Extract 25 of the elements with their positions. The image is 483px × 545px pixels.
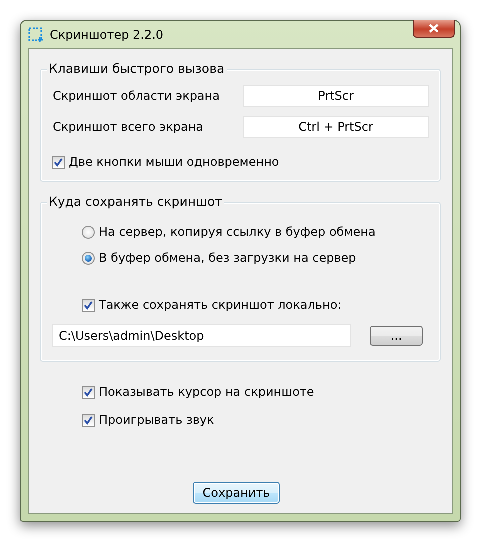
radio-label: В буфер обмена, без загрузки на сервер (99, 251, 356, 265)
browse-button[interactable]: ... (370, 326, 423, 346)
checkbox[interactable] (82, 298, 95, 312)
radio-label: На сервер, копируя ссылку в буфер обмена (99, 225, 376, 239)
group-title: Клавиши быстрого вызова (47, 61, 227, 76)
radio-button[interactable] (82, 252, 95, 264)
group-title: Куда сохранять скриншот (47, 194, 224, 209)
checkbox[interactable] (82, 386, 95, 398)
hotkey-field[interactable]: Ctrl + PrtScr (243, 116, 429, 138)
window-title: Скриншотер 2.2.0 (50, 28, 164, 42)
close-button[interactable] (413, 20, 455, 38)
radio-button[interactable] (82, 226, 95, 238)
hotkey-label: Скриншот всего экрана (53, 120, 204, 134)
close-icon (429, 24, 439, 33)
checkbox-label: Проигрывать звук (99, 413, 214, 427)
path-field[interactable]: C:\Users\admin\Desktop (52, 324, 352, 347)
checkbox-label: Две кнопки мыши одновременно (69, 155, 280, 169)
save-button[interactable]: Сохранить (193, 482, 280, 504)
checkbox[interactable] (52, 156, 65, 168)
app-icon (28, 26, 44, 42)
hotkey-field[interactable]: PrtScr (243, 85, 429, 107)
checkbox[interactable] (82, 414, 95, 426)
checkbox-label: Показывать курсор на скриншоте (99, 385, 314, 399)
checkbox-label: Также сохранять скриншот локально: (99, 298, 342, 312)
hotkey-label: Скриншот области экрана (53, 89, 220, 103)
